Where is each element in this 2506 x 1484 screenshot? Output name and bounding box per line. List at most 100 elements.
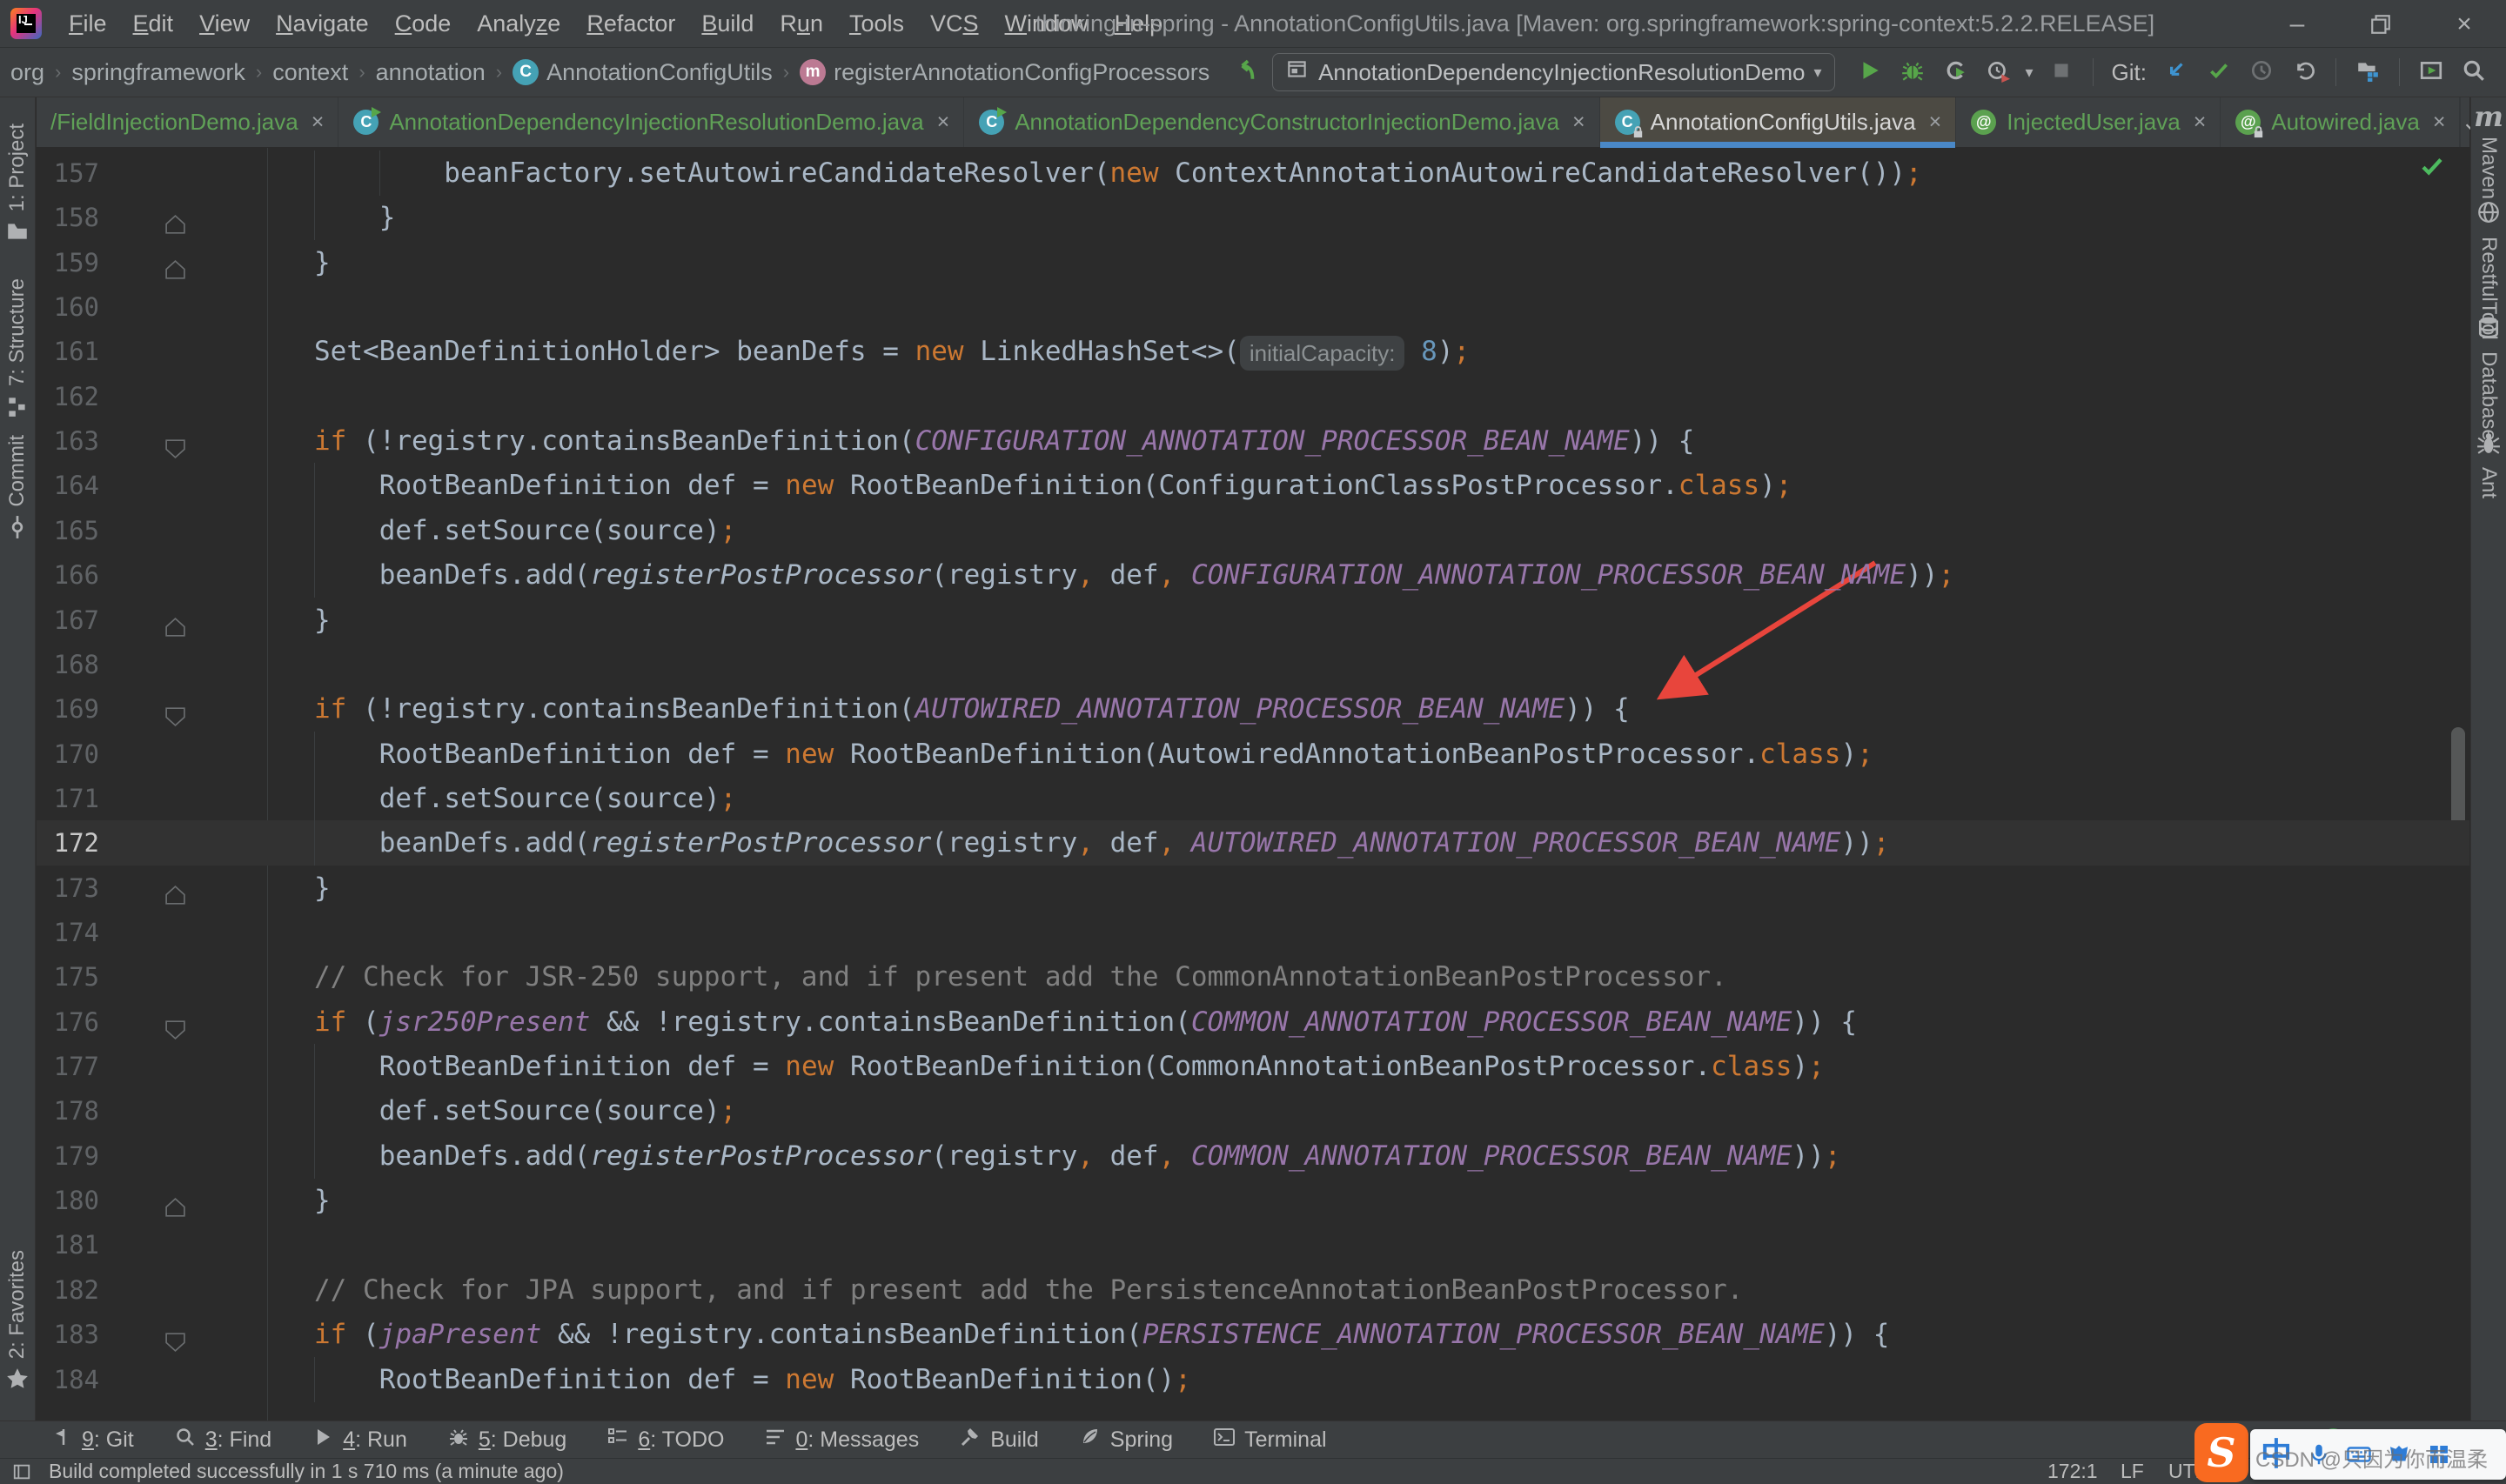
profiler-chevron-icon[interactable]: ▾ [2026,64,2034,82]
close-button[interactable]: × [2422,0,2506,48]
code-line-171[interactable]: 171def.setSource(source); [37,776,2469,821]
project-structure-button[interactable] [2353,57,2382,87]
update-arrow-button[interactable] [2161,57,2191,87]
minimize-button[interactable]: – [2255,0,2339,48]
fold-marker-icon[interactable] [164,1322,187,1346]
tab-annotationdependencyconstructorinjectiondemo-java[interactable]: CAnnotationDependencyConstructorInjectio… [964,97,1599,147]
code-line-178[interactable]: 178def.setSource(source); [37,1088,2469,1133]
code-line-174[interactable]: 174 [37,910,2469,955]
code-line-159[interactable]: 159} [37,240,2469,285]
code-line-169[interactable]: 169if (!registry.containsBeanDefinition(… [37,686,2469,732]
toolwindow-button-5-debug[interactable]: 5: Debug [447,1426,566,1454]
breadcrumb-item[interactable]: annotation [376,59,486,86]
menu-file[interactable]: File [56,10,120,37]
debug-bug-button[interactable] [1898,57,1927,87]
code-line-161[interactable]: 161Set<BeanDefinitionHolder> beanDefs = … [37,329,2469,374]
code-line-163[interactable]: 163if (!registry.containsBeanDefinition(… [37,418,2469,464]
skin-icon[interactable] [2386,1441,2412,1467]
code-line-168[interactable]: 168 [37,642,2469,687]
code-line-164[interactable]: 164RootBeanDefinition def = new RootBean… [37,463,2469,508]
sidebar-item-commit[interactable]: Commit [0,435,35,544]
caret-position[interactable]: 172:1 [2047,1459,2098,1484]
code-line-182[interactable]: 182// Check for JPA support, and if pres… [37,1267,2469,1313]
code-line-175[interactable]: 175// Check for JSR-250 support, and if … [37,954,2469,999]
code-line-166[interactable]: 166beanDefs.add(registerPostProcessor(re… [37,552,2469,598]
menu-refactor[interactable]: Refactor [573,10,688,37]
toolwindow-button-6-todo[interactable]: 6: TODO [606,1426,724,1454]
tab-close-icon[interactable]: × [1929,110,1942,135]
fold-marker-icon[interactable] [164,608,187,632]
code-line-160[interactable]: 160 [37,284,2469,330]
run-configuration-select[interactable]: AnnotationDependencyInjectionResolutionD… [1272,53,1834,91]
sidebar-item-maven[interactable]: mMaven [2471,104,2506,199]
tab-close-icon[interactable]: × [2194,110,2207,135]
tab-annotationdependencyinjectionresolutiondemo-java[interactable]: CAnnotationDependencyInjectionResolution… [338,97,964,147]
microphone-icon[interactable] [2306,1441,2332,1467]
code-line-162[interactable]: 162 [37,374,2469,419]
line-ending-indicator[interactable]: LF [2121,1459,2144,1484]
menu-navigate[interactable]: Navigate [263,10,382,37]
fold-marker-icon[interactable] [164,1010,187,1033]
menu-build[interactable]: Build [688,10,767,37]
run-window-button[interactable] [2416,57,2446,87]
breadcrumb-item[interactable]: org [10,59,44,86]
sidebar-item-7-structure[interactable]: 7: Structure [0,278,35,423]
toolwindow-button-spring[interactable]: Spring [1079,1426,1173,1454]
breadcrumb-class[interactable]: CAnnotationConfigUtils [513,59,773,86]
back-hook-icon[interactable] [1235,58,1259,87]
sidebar-item-2-favorites[interactable]: 2: Favorites [0,1250,35,1395]
sidebar-item-ant[interactable]: Ant [2471,431,2506,498]
code-line-179[interactable]: 179beanDefs.add(registerPostProcessor(re… [37,1133,2469,1179]
code-line-167[interactable]: 167} [37,598,2469,643]
menu-tools[interactable]: Tools [836,10,917,37]
history-clock-button[interactable] [2247,57,2276,87]
code-line-158[interactable]: 158} [37,195,2469,240]
code-line-181[interactable]: 181 [37,1222,2469,1267]
code-line-157[interactable]: 157beanFactory.setAutowireCandidateResol… [37,150,2469,196]
toolwindow-button-9-git[interactable]: 9: Git [50,1426,134,1454]
play-button[interactable] [1855,57,1885,87]
fold-marker-icon[interactable] [164,876,187,899]
toolwindow-toggle-icon[interactable] [12,1462,31,1481]
sidebar-item-database[interactable]: Database [2471,315,2506,441]
toolwindow-button-build[interactable]: Build [959,1426,1039,1454]
code-editor[interactable]: 157beanFactory.setAutowireCandidateResol… [37,148,2469,1420]
breadcrumb-method[interactable]: mregisterAnnotationConfigProcessors [800,59,1209,86]
menu-analyze[interactable]: Analyze [464,10,573,37]
restore-button[interactable] [2339,0,2422,48]
code-line-180[interactable]: 180} [37,1178,2469,1223]
tab-close-icon[interactable]: × [2433,110,2446,135]
coverage-button[interactable] [1940,57,1970,87]
code-line-165[interactable]: 165def.setSource(source); [37,508,2469,553]
tab-close-icon[interactable]: × [937,110,950,135]
sogou-logo-icon[interactable]: S [2194,1423,2248,1482]
code-line-183[interactable]: 183if (jpaPresent && !registry.containsB… [37,1312,2469,1357]
code-line-184[interactable]: 184RootBeanDefinition def = new RootBean… [37,1357,2469,1402]
code-line-177[interactable]: 177RootBeanDefinition def = new RootBean… [37,1044,2469,1089]
rollback-button[interactable] [2289,57,2319,87]
menu-edit[interactable]: Edit [120,10,187,37]
tab--fieldinjectiondemo-java[interactable]: /FieldInjectionDemo.java× [37,97,338,147]
menu-view[interactable]: View [186,10,263,37]
code-line-176[interactable]: 176if (jsr250Present && !registry.contai… [37,999,2469,1045]
tab-close-icon[interactable]: × [312,110,325,135]
breadcrumb-item[interactable]: springframework [71,59,245,86]
toolwindow-button-4-run[interactable]: 4: Run [312,1426,407,1454]
menu-code[interactable]: Code [382,10,465,37]
commit-check-button[interactable] [2204,57,2234,87]
toolwindow-button-0-messages[interactable]: 0: Messages [764,1426,919,1454]
menu-vcs[interactable]: VCS [917,10,992,37]
ime-language-indicator[interactable]: 中 [2261,1429,2292,1480]
toolwindow-button-3-find[interactable]: 3: Find [174,1426,271,1454]
search-everywhere-button[interactable] [2459,57,2489,87]
tab-close-icon[interactable]: × [1572,110,1585,135]
code-line-173[interactable]: 173} [37,866,2469,911]
toolwindow-button-terminal[interactable]: Terminal [1213,1426,1326,1454]
toolbox-grid-icon[interactable] [2426,1441,2452,1467]
sidebar-item-1-project[interactable]: 1: Project [0,124,35,248]
menu-run[interactable]: Run [767,10,836,37]
tab-autowired-java[interactable]: @Autowired.java× [2221,97,2460,147]
code-line-172[interactable]: 172beanDefs.add(registerPostProcessor(re… [37,820,2469,866]
fold-marker-icon[interactable] [164,251,187,274]
fold-marker-icon[interactable] [164,205,187,229]
